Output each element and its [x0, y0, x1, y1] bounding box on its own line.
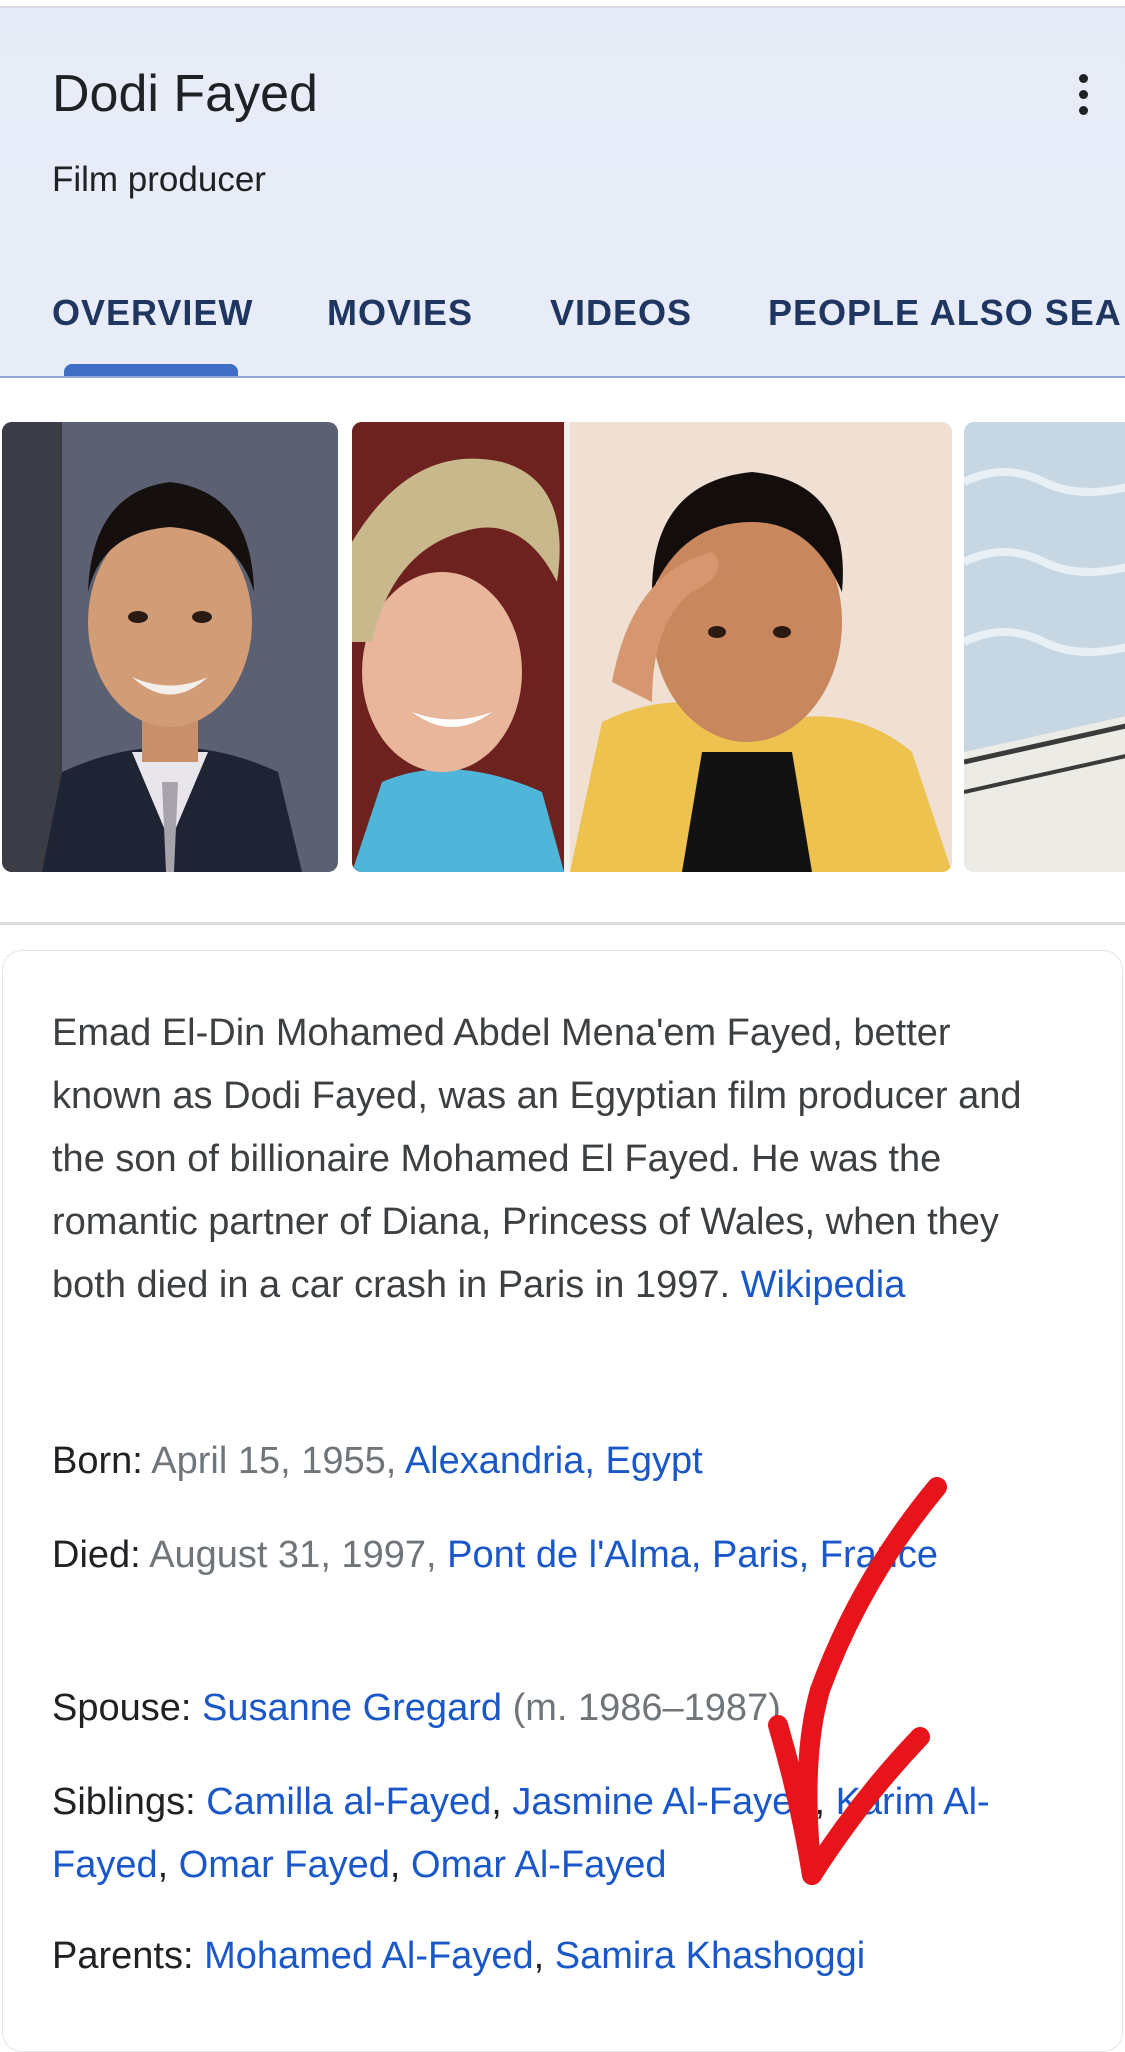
parent-link[interactable]: Mohamed Al-Fayed	[204, 1935, 534, 1977]
fact-label: Born:	[52, 1440, 143, 1482]
fact-value: August 31, 1997,	[149, 1534, 437, 1576]
section-divider	[0, 922, 1125, 925]
born-place-link[interactable]: Alexandria, Egypt	[405, 1440, 703, 1482]
spouse-link[interactable]: Susanne Gregard	[202, 1687, 502, 1729]
sibling-link[interactable]: Omar Al-Fayed	[411, 1844, 667, 1886]
active-tab-indicator	[64, 364, 238, 376]
sibling-link[interactable]: Omar Fayed	[179, 1844, 390, 1886]
tab-movies[interactable]: MOVIES	[327, 292, 473, 334]
fact-label: Parents:	[52, 1935, 194, 1977]
tab-overview[interactable]: OVERVIEW	[52, 292, 253, 334]
parent-link[interactable]: Samira Khashoggi	[555, 1935, 866, 1977]
tab-people-also-search[interactable]: PEOPLE ALSO SEA	[768, 292, 1122, 334]
fact-born: Born: April 15, 1955, Alexandria, Egypt	[52, 1430, 1092, 1493]
fact-label: Siblings:	[52, 1781, 196, 1823]
sibling-link[interactable]: Camilla al-Fayed	[206, 1781, 491, 1823]
entity-description: Emad El-Din Mohamed Abdel Mena'em Fayed,…	[52, 1002, 1062, 1317]
wikipedia-link[interactable]: Wikipedia	[741, 1264, 906, 1306]
description-text: Emad El-Din Mohamed Abdel Mena'em Fayed,…	[52, 1012, 1022, 1306]
fact-parents: Parents: Mohamed Al-Fayed, Samira Khasho…	[52, 1935, 866, 1977]
photo-boat-sea[interactable]	[964, 422, 1125, 872]
more-vert-icon[interactable]	[1063, 64, 1103, 124]
fact-spouse: Spouse: Susanne Gregard (m. 1986–1987)	[52, 1677, 1092, 1740]
tab-bar: OVERVIEW MOVIES VIDEOS PEOPLE ALSO SEA	[0, 280, 1125, 376]
knowledge-panel-header: Dodi Fayed Film producer OVERVIEW MOVIES…	[0, 8, 1125, 378]
photo-dodi-fayed-suit[interactable]	[2, 422, 338, 872]
fact-siblings: Siblings: Camilla al-Fayed, Jasmine Al-F…	[52, 1781, 990, 1886]
page-title: Dodi Fayed	[52, 65, 318, 123]
tab-videos[interactable]: VIDEOS	[550, 292, 692, 334]
photo-diana-and-dodi[interactable]	[352, 422, 952, 872]
fact-label: Spouse:	[52, 1687, 192, 1729]
fact-label: Died:	[52, 1534, 141, 1576]
image-carousel[interactable]	[0, 422, 1125, 874]
died-place-link[interactable]: Pont de l'Alma, Paris, France	[447, 1534, 938, 1576]
top-border	[0, 0, 1125, 8]
page-subtitle: Film producer	[52, 160, 266, 199]
fact-value: April 15, 1955,	[151, 1440, 397, 1482]
fact-value: (m. 1986–1987)	[512, 1687, 781, 1729]
fact-died: Died: August 31, 1997, Pont de l'Alma, P…	[52, 1524, 1092, 1587]
sibling-link[interactable]: Jasmine Al-Fayed	[512, 1781, 814, 1823]
